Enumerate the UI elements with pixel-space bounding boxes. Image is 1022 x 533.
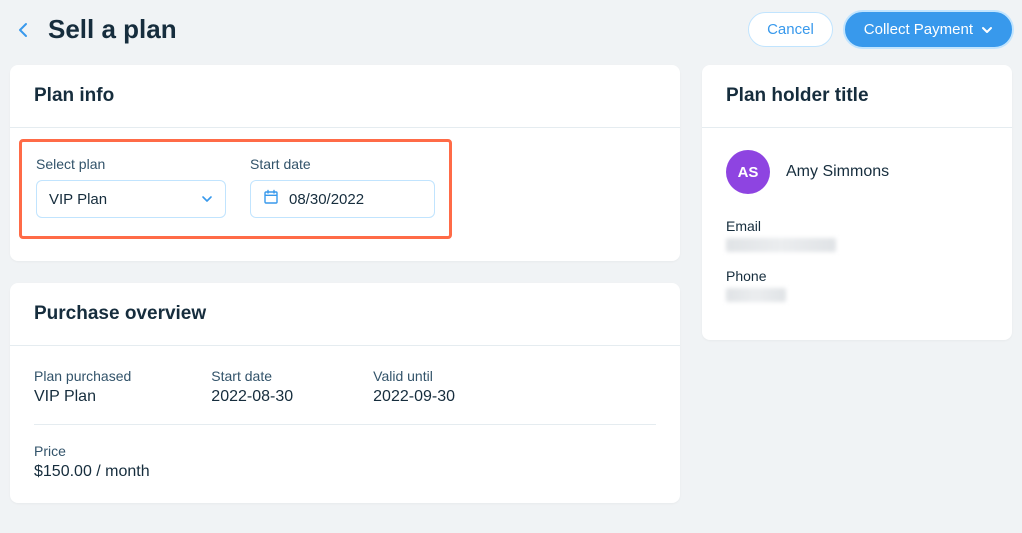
email-value-redacted	[726, 238, 836, 252]
price-label: Price	[34, 443, 656, 459]
valid-until-value: 2022-09-30	[373, 388, 455, 406]
overview-row-1: Plan purchased VIP Plan Start date 2022-…	[34, 368, 656, 424]
purchase-overview-title: Purchase overview	[34, 303, 656, 325]
plan-purchased-item: Plan purchased VIP Plan	[34, 368, 131, 406]
collect-payment-button[interactable]: Collect Payment	[845, 12, 1012, 47]
plan-info-card: Plan info Select plan VIP Plan	[10, 65, 680, 261]
plan-holder-card: Plan holder title AS Amy Simmons Email P…	[702, 65, 1012, 340]
plan-holder-title: Plan holder title	[726, 85, 988, 107]
back-button[interactable]	[12, 19, 34, 41]
price-item: Price $150.00 / month	[34, 443, 656, 481]
plan-info-header: Plan info	[10, 65, 680, 128]
select-plan-label: Select plan	[36, 156, 226, 172]
calendar-icon	[263, 189, 279, 210]
start-date-value: 08/30/2022	[289, 191, 364, 208]
overview-divider	[34, 424, 656, 425]
cancel-button-label: Cancel	[767, 21, 814, 38]
avatar-initials: AS	[738, 164, 759, 181]
plan-holder-header: Plan holder title	[702, 65, 1012, 128]
plan-purchased-label: Plan purchased	[34, 368, 131, 384]
overview-start-date-value: 2022-08-30	[211, 388, 293, 406]
plan-holder-name: Amy Simmons	[786, 163, 889, 181]
phone-value-redacted	[726, 288, 786, 302]
plan-holder-row: AS Amy Simmons	[726, 150, 988, 194]
left-column: Plan info Select plan VIP Plan	[10, 65, 680, 503]
plan-purchased-value: VIP Plan	[34, 388, 131, 406]
plan-holder-body: AS Amy Simmons Email Phone	[702, 128, 1012, 340]
chevron-down-icon	[201, 190, 213, 208]
select-plan-dropdown[interactable]: VIP Plan	[36, 180, 226, 218]
overview-start-date-item: Start date 2022-08-30	[211, 368, 293, 406]
select-plan-field: Select plan VIP Plan	[36, 156, 226, 218]
plan-info-body: Select plan VIP Plan Start date	[10, 128, 680, 261]
overview-start-date-label: Start date	[211, 368, 293, 384]
chevron-left-icon	[18, 22, 28, 38]
start-date-input[interactable]: 08/30/2022	[250, 180, 435, 218]
avatar: AS	[726, 150, 770, 194]
start-date-field: Start date 08/30/2022	[250, 156, 435, 218]
plan-info-title: Plan info	[34, 85, 656, 107]
content-area: Plan info Select plan VIP Plan	[0, 65, 1022, 503]
email-label: Email	[726, 218, 988, 234]
page-header: Sell a plan Cancel Collect Payment	[0, 0, 1022, 65]
purchase-overview-header: Purchase overview	[10, 283, 680, 346]
phone-label: Phone	[726, 268, 988, 284]
header-left: Sell a plan	[12, 14, 177, 45]
valid-until-label: Valid until	[373, 368, 455, 384]
price-value: $150.00 / month	[34, 463, 656, 481]
chevron-down-icon	[981, 26, 993, 34]
start-date-label: Start date	[250, 156, 435, 172]
cancel-button[interactable]: Cancel	[748, 12, 833, 47]
highlighted-fields: Select plan VIP Plan Start date	[19, 139, 452, 239]
purchase-overview-card: Purchase overview Plan purchased VIP Pla…	[10, 283, 680, 503]
collect-payment-label: Collect Payment	[864, 21, 973, 38]
purchase-overview-body: Plan purchased VIP Plan Start date 2022-…	[10, 346, 680, 503]
valid-until-item: Valid until 2022-09-30	[373, 368, 455, 406]
select-plan-value: VIP Plan	[49, 191, 107, 208]
right-column: Plan holder title AS Amy Simmons Email P…	[702, 65, 1012, 503]
page-title: Sell a plan	[48, 14, 177, 45]
header-actions: Cancel Collect Payment	[748, 12, 1012, 47]
